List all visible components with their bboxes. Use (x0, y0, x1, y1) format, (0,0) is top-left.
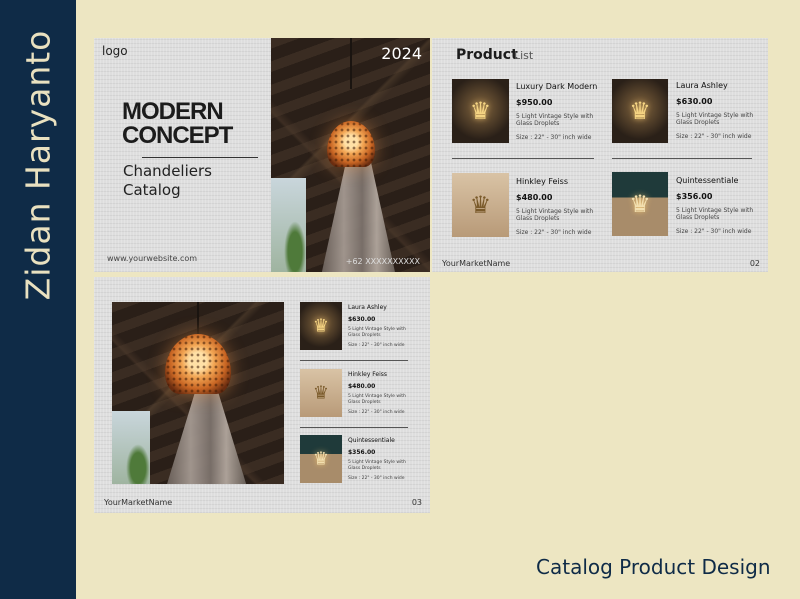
cover-headline-line2: CONCEPT (122, 122, 233, 149)
product-desc-line1: 5 Light Vintage Style with (348, 327, 406, 332)
product-size: Size : 22" - 30" inch wide (348, 476, 405, 481)
product-thumb-2: ♛ (612, 79, 668, 143)
product-desc-line1: 5 Light Vintage Style with (676, 112, 754, 119)
product-price: $480.00 (516, 193, 553, 202)
row-divider (300, 427, 408, 428)
product-price: $630.00 (676, 97, 713, 106)
product-price: $950.00 (516, 98, 553, 107)
product-list-heading-light: List (514, 49, 534, 62)
product-thumb-b: ♛ (300, 369, 342, 417)
product-name: Laura Ashley (676, 81, 728, 90)
product-desc-line2: Glass Droplets (516, 215, 560, 222)
product-name: Laura Ashley (348, 304, 387, 311)
product-size: Size : 22" - 30" inch wide (348, 343, 405, 348)
page-number: 02 (749, 259, 760, 268)
product-size: Size : 22" - 30" inch wide (516, 134, 592, 141)
page-footer-name: YourMarketName (104, 498, 173, 507)
product-list-page: Product List ♛ Luxury Dark Modern $950.0… (432, 38, 768, 272)
product-price: $356.00 (348, 449, 376, 456)
product-name: Quintessentiale (348, 437, 395, 444)
product-thumb-a: ♛ (300, 302, 342, 350)
product-thumb-c: ♛ (300, 435, 342, 483)
product-desc-line1: 5 Light Vintage Style with (516, 208, 594, 215)
cover-divider (142, 157, 258, 158)
cover-website: www.yourwebsite.com (107, 254, 198, 263)
footer-title: Catalog Product Design (536, 555, 771, 579)
product-name: Hinkley Feiss (516, 177, 569, 186)
product-desc-line2: Glass Droplets (676, 119, 720, 126)
product-desc-line2: Glass Droplets (348, 466, 381, 471)
product-thumb-1: ♛ (452, 79, 509, 143)
product-desc-line2: Glass Droplets (348, 333, 381, 338)
page-footer-name: YourMarketName (442, 259, 511, 268)
row-divider (452, 158, 594, 159)
product-thumb-3: ♛ (452, 173, 509, 237)
designer-name: Zidan Haryanto (18, 29, 58, 301)
chandelier-icon: ♛ (469, 191, 492, 219)
cover-page: logo MODERN CONCEPT Chandeliers Catalog … (94, 38, 430, 272)
product-desc-line2: Glass Droplets (348, 400, 381, 405)
product-desc-line1: 5 Light Vintage Style with (676, 207, 754, 214)
cover-photo: 2024 +62 XXXXXXXXXX (271, 38, 430, 272)
chandelier-icon: ♛ (312, 448, 330, 470)
product-name: Quintessentiale (676, 176, 739, 185)
chandelier-icon: ♛ (312, 315, 330, 337)
product-desc-line1: 5 Light Vintage Style with (348, 460, 406, 465)
product-desc-line2: Glass Droplets (516, 120, 560, 127)
cover-subtitle-line2: Catalog (123, 181, 181, 199)
product-price: $630.00 (348, 316, 376, 323)
product-size: Size : 22" - 30" inch wide (676, 228, 752, 235)
product-desc-line1: 5 Light Vintage Style with (516, 113, 594, 120)
logo-text: logo (102, 44, 128, 58)
page-number: 03 (411, 498, 422, 507)
sidebar: Zidan Haryanto (0, 0, 76, 599)
product-size: Size : 22" - 30" inch wide (676, 133, 752, 140)
page3-photo (112, 302, 284, 484)
product-list-heading-bold: Product (456, 47, 518, 63)
cover-subtitle-line1: Chandeliers (123, 162, 212, 180)
row-divider (612, 158, 752, 159)
product-price: $480.00 (348, 383, 376, 390)
product-desc-line2: Glass Droplets (676, 214, 720, 221)
chandelier-icon: ♛ (629, 97, 651, 125)
cover-year: 2024 (381, 44, 422, 63)
product-price: $356.00 (676, 192, 713, 201)
product-name: Luxury Dark Modern (516, 82, 598, 91)
cover-phone: +62 XXXXXXXXXX (345, 257, 420, 266)
product-desc-line1: 5 Light Vintage Style with (348, 394, 406, 399)
product-name: Hinkley Feiss (348, 371, 388, 378)
chandelier-icon: ♛ (629, 190, 651, 218)
chandelier-icon: ♛ (312, 382, 330, 404)
product-page-3: ♛ Laura Ashley $630.00 5 Light Vintage S… (94, 277, 430, 513)
product-size: Size : 22" - 30" inch wide (348, 410, 405, 415)
row-divider (300, 360, 408, 361)
chandelier-icon: ♛ (469, 97, 492, 125)
product-size: Size : 22" - 30" inch wide (516, 229, 592, 236)
product-thumb-4: ♛ (612, 172, 668, 236)
